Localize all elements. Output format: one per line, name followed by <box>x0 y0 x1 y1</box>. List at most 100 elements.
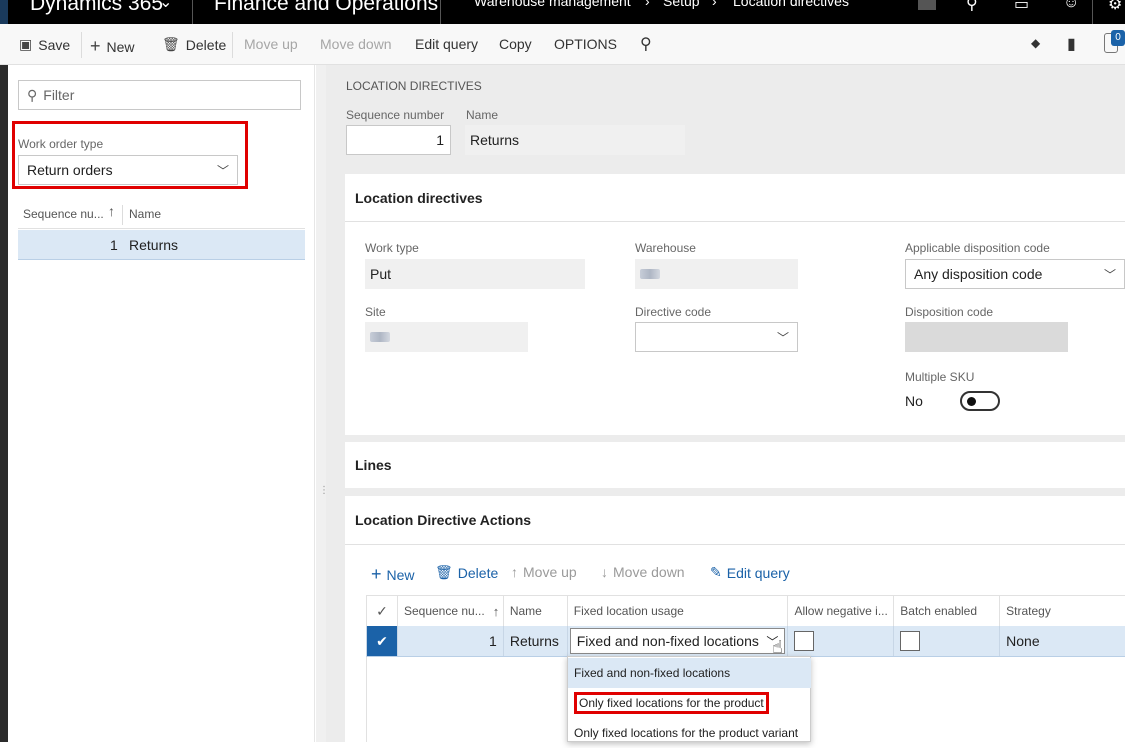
sort-arrow-up-icon: ↑ <box>492 603 500 619</box>
chevron-right-icon: › <box>712 0 717 9</box>
column-divider <box>122 205 123 225</box>
breadcrumb-warehouse[interactable]: Warehouse management <box>474 0 631 9</box>
toolbar-divider <box>81 32 82 58</box>
actions-move-up-button[interactable]: ↑ Move up <box>511 564 577 580</box>
pane-splitter[interactable]: ⋮ <box>316 65 329 742</box>
col-sequence-header[interactable]: Sequence nu... <box>23 207 104 221</box>
multiple-sku-toggle[interactable] <box>960 391 1000 411</box>
work-type-field[interactable]: Put <box>365 259 585 289</box>
save-label: Save <box>38 36 71 53</box>
brand-chevron-icon[interactable]: ⌄ <box>159 0 172 12</box>
directive-actions-title[interactable]: Location Directive Actions <box>355 512 531 528</box>
row-strategy[interactable]: None <box>1000 626 1125 656</box>
save-icon: ▣ <box>19 36 33 52</box>
filter-placeholder: Filter <box>43 87 75 103</box>
app-brand[interactable]: Dynamics 365 <box>30 0 163 16</box>
location-directives-title[interactable]: Location directives <box>355 190 483 206</box>
row-name: Returns <box>504 626 568 656</box>
batch-enabled-cell <box>894 626 1001 656</box>
search-icon: ⚲ <box>27 86 38 103</box>
actions-edit-query-label: Edit query <box>726 564 790 581</box>
delete-button[interactable]: 🗑 Delete <box>162 36 226 53</box>
multiple-sku-value: No <box>905 393 923 409</box>
option-only-fixed-product[interactable]: Only fixed locations for the product <box>568 688 811 718</box>
multiple-sku-label: Multiple SKU <box>905 370 975 384</box>
breadcrumb-location-directives[interactable]: Location directives <box>733 0 849 9</box>
fixed-usage-select[interactable]: Fixed and non-fixed locations ﹀ <box>569 628 786 654</box>
col-strategy-header[interactable]: Strategy <box>1000 596 1125 626</box>
move-down-button[interactable]: Move down <box>320 36 392 52</box>
lines-card <box>345 442 1125 488</box>
smiley-icon[interactable]: ☺ <box>1063 0 1079 12</box>
site-field[interactable] <box>365 322 528 352</box>
grid-left-border <box>366 657 367 742</box>
name-field[interactable]: Returns <box>465 125 685 155</box>
module-title: Finance and Operations <box>214 0 439 15</box>
arrow-down-icon: ↓ <box>601 564 608 580</box>
table-row[interactable]: ✔ 1 Returns Fixed and non-fixed location… <box>366 626 1125 657</box>
nav-divider <box>192 0 193 24</box>
message-icon[interactable]: ▭ <box>1014 0 1029 14</box>
work-type-label: Work type <box>365 241 419 255</box>
gear-icon[interactable]: ⚙ <box>1108 0 1122 14</box>
actions-edit-query-button[interactable]: ✎ Edit query <box>710 564 790 581</box>
list-item-seq: 1 <box>110 237 118 253</box>
disposition-select[interactable]: Any disposition code ﹀ <box>905 259 1125 289</box>
new-label: New <box>106 38 135 55</box>
name-label: Name <box>466 108 499 122</box>
col-name-header[interactable]: Name <box>129 207 161 221</box>
directive-code-select[interactable]: ﹀ <box>635 322 798 352</box>
fixed-usage-cell: Fixed and non-fixed locations ﹀ <box>568 626 789 656</box>
search-icon[interactable]: ⚲ <box>640 34 652 54</box>
redacted-value <box>370 332 390 342</box>
actions-delete-button[interactable]: 🗑 Delete <box>435 564 498 581</box>
connect-icon[interactable]: ◆ <box>1031 36 1040 50</box>
work-order-type-select[interactable]: Return orders ﹀ <box>18 155 238 185</box>
col-fixed-usage-header[interactable]: Fixed location usage <box>568 596 789 626</box>
col-name-header[interactable]: Name <box>504 596 568 626</box>
sort-arrow-up-icon: ↑ <box>108 203 115 219</box>
filter-input[interactable]: ⚲ Filter <box>18 80 301 110</box>
search-icon[interactable]: ⚲ <box>966 0 978 14</box>
move-up-button[interactable]: Move up <box>244 36 298 52</box>
card-divider <box>345 544 1125 545</box>
sequence-number-label: Sequence number <box>346 108 445 122</box>
copy-button[interactable]: Copy <box>499 36 532 52</box>
nav-divider <box>440 0 441 24</box>
col-sequence-header[interactable]: Sequence nu... ↑ <box>398 596 504 626</box>
location-directives-card <box>345 174 1125 435</box>
company-picker[interactable] <box>918 0 936 10</box>
toolbar-divider <box>232 32 233 58</box>
disposition-label: Applicable disposition code <box>905 241 1050 255</box>
actions-move-down-label: Move down <box>613 564 685 580</box>
edit-query-button[interactable]: Edit query <box>415 36 478 52</box>
option-only-fixed-variant[interactable]: Only fixed locations for the product var… <box>568 718 811 748</box>
col-batch-enabled-header[interactable]: Batch enabled <box>894 596 1001 626</box>
batch-enabled-checkbox[interactable] <box>900 631 921 651</box>
save-button[interactable]: ▣ Save <box>19 36 70 53</box>
chevron-down-icon: ﹀ <box>776 330 789 345</box>
work-order-type-value: Return orders <box>27 162 113 178</box>
actions-new-label: New <box>386 566 415 583</box>
options-tab[interactable]: OPTIONS <box>554 36 617 52</box>
warehouse-field[interactable] <box>635 259 798 289</box>
allow-negative-checkbox[interactable] <box>794 631 815 651</box>
nav-pane-strip <box>0 65 8 742</box>
new-button[interactable]: + New <box>90 36 135 57</box>
list-item[interactable]: 1 Returns <box>18 230 305 260</box>
plus-icon: + <box>90 36 101 56</box>
lines-title[interactable]: Lines <box>355 457 392 473</box>
breadcrumb-setup[interactable]: Setup <box>663 0 700 9</box>
actions-move-down-button[interactable]: ↓ Move down <box>601 564 685 580</box>
office-icon[interactable]: ▮ <box>1067 34 1076 54</box>
sequence-number-field[interactable]: 1 <box>346 125 451 155</box>
option-fixed-and-non-fixed[interactable]: Fixed and non-fixed locations <box>568 658 811 688</box>
select-all-checkmark-icon[interactable]: ✓ <box>367 596 398 626</box>
site-label: Site <box>365 305 386 319</box>
col-allow-negative-header[interactable]: Allow negative i... <box>788 596 895 626</box>
chevron-down-icon: ﹀ <box>216 163 229 178</box>
row-selected-checkmark-icon[interactable]: ✔ <box>367 626 398 656</box>
redacted-value <box>640 269 660 279</box>
list-grid-header: Sequence nu... ↑ Name <box>18 201 305 229</box>
actions-new-button[interactable]: + New <box>371 564 415 585</box>
